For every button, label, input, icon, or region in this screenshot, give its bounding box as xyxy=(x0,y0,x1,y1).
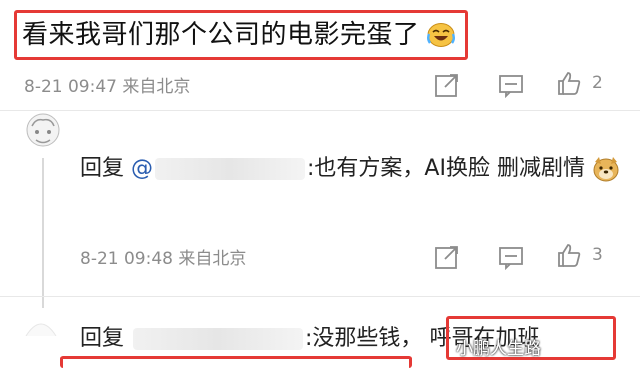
reply-body: :也有方案，AI换脸 删减剧情 xyxy=(307,156,585,181)
highlight-box-next-line xyxy=(60,356,412,368)
blurred-username xyxy=(133,328,304,350)
reply-meta: 8-21 09:48 来自北京 xyxy=(80,249,247,269)
avatar[interactable] xyxy=(24,112,62,160)
avatar[interactable] xyxy=(24,316,58,336)
divider xyxy=(0,296,640,297)
laughing-crying-emoji-icon xyxy=(427,23,455,47)
reply-prefix: 回复 xyxy=(80,156,125,181)
doge-emoji-icon xyxy=(593,157,619,182)
divider xyxy=(0,110,640,111)
share-icon[interactable] xyxy=(434,244,460,270)
blurred-username xyxy=(155,158,306,180)
like-count: 2 xyxy=(592,73,603,93)
watermark: 小鹏人生路 xyxy=(456,339,541,359)
reply-body: :没那些钱， xyxy=(305,326,423,351)
mention-link[interactable]: @ xyxy=(131,156,153,181)
thread-line xyxy=(42,158,44,308)
comment-icon[interactable] xyxy=(498,72,524,98)
share-icon[interactable] xyxy=(434,72,460,98)
reply-text: 回复 @ :也有方案，AI换脸 删减剧情 xyxy=(80,152,620,186)
like-count: 3 xyxy=(592,245,603,265)
like-thumb-icon[interactable] xyxy=(556,242,582,268)
comment-meta: 8-21 09:47 来自北京 xyxy=(24,77,191,97)
like-thumb-icon[interactable] xyxy=(556,70,582,96)
main-comment-text: 看来我哥们那个公司的电影完蛋了 xyxy=(22,20,420,50)
comment-icon[interactable] xyxy=(498,244,524,270)
reply-prefix: 回复 xyxy=(80,326,125,351)
